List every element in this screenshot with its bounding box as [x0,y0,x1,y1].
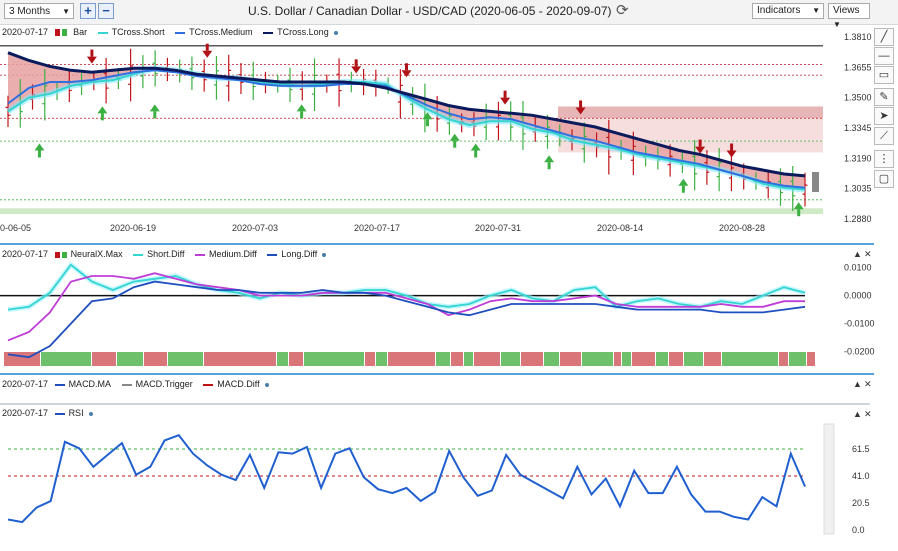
buy-arrow [544,155,555,163]
close-icon[interactable]: ✕ [864,249,872,259]
collapse-icon[interactable]: ▲ [853,249,862,259]
y-tick-label: 41.0 [852,471,870,481]
sell-arrow-stem [205,43,209,51]
neuralx-bar [622,352,631,366]
neuralx-bar [277,352,288,366]
neuralx-bar [779,352,788,366]
sell-arrow-stem [730,143,734,151]
x-tick-label: 2020-06-05 [0,223,31,233]
x-tick-label: 2020-07-31 [475,223,521,233]
rsi-line [7,434,806,524]
buy-arrow-stem [37,150,41,158]
buy-arrow-stem [474,150,478,158]
y-tick-label: 1.3345 [844,123,872,133]
short-diff-glow [7,261,806,313]
neuralx-bar [388,352,435,366]
buy-arrow-stem [300,111,304,119]
y-tick-label: -0.0100 [844,319,875,329]
neuralx-bar [117,352,143,366]
buy-arrow [34,143,45,151]
buy-arrow [793,202,804,210]
neuralx-bar [365,352,375,366]
support-zone [0,208,823,215]
neuralx-bar [521,352,543,366]
buy-arrow-stem [100,113,104,121]
neuralx-bar [451,352,463,366]
neuralx-bar [544,352,559,366]
resistance-zone [558,106,823,119]
x-tick-label: 2020-08-14 [597,223,643,233]
y-tick-label: 1.3190 [844,153,872,163]
y-tick-label: 20.5 [852,498,870,508]
neuralx-bar [464,352,473,366]
y-tick-label: 1.3655 [844,62,872,72]
sell-arrow [202,50,213,58]
y-tick-label: 0.0 [852,525,865,535]
neuralx-bar [501,352,520,366]
buy-arrow [97,106,108,114]
neuralx-bar [474,352,500,366]
neuralx-bar [789,352,806,366]
x-tick-label: 2020-07-03 [232,223,278,233]
y-tick-label: 0.0000 [844,291,872,301]
neuralx-bar [144,352,167,366]
x-tick-label: 2020-06-19 [110,223,156,233]
sell-arrow [500,97,511,105]
y-tick-label: 61.5 [852,444,870,454]
collapse-icon[interactable]: ▲ [853,379,862,389]
sell-arrow [351,66,362,74]
buy-arrow-stem [681,185,685,193]
long-diff-line [7,280,806,359]
neuralx-bar [669,352,683,366]
x-tick-label: 2020-08-28 [719,223,765,233]
neuralx-bar [560,352,581,366]
sell-arrow-stem [354,59,358,67]
neuralx-bar [376,352,387,366]
neuralx-bar [41,352,91,366]
y-tick-label: 1.2880 [844,214,872,224]
sell-arrow-stem [579,100,583,108]
buy-arrow [296,104,307,112]
buy-arrow [678,178,689,186]
buy-arrow [449,133,460,141]
neuralx-bar [614,352,621,366]
buy-arrow-stem [453,140,457,148]
neuralx-bar [722,352,778,366]
sell-arrow-stem [503,90,507,98]
neuralx-bar [304,352,364,366]
sell-arrow-stem [90,49,94,57]
buy-arrow-stem [153,111,157,119]
neuralx-bar [582,352,613,366]
neuralx-bar [704,352,721,366]
neuralx-bar [656,352,668,366]
neuralx-bar [436,352,450,366]
neuralx-bar [92,352,116,366]
close-icon[interactable]: ✕ [864,409,872,419]
neuralx-bar [807,352,815,366]
neuralx-bar [168,352,203,366]
neuralx-bar [632,352,655,366]
neuralx-bar [289,352,303,366]
sell-arrow-stem [405,63,408,71]
close-icon[interactable]: ✕ [864,379,872,389]
buy-arrow [149,104,160,112]
buy-arrow-stem [797,209,801,217]
y-tick-label: 1.3810 [844,32,872,42]
neuralx-bar [204,352,276,366]
x-tick-label: 2020-07-17 [354,223,400,233]
sell-arrow-stem [698,139,702,147]
y-tick-label: 0.0100 [844,263,872,273]
buy-arrow-stem [547,162,551,170]
y-tick-label: -0.0200 [844,347,875,357]
sell-arrow [726,150,737,158]
collapse-icon[interactable]: ▲ [853,409,862,419]
buy-arrow [470,143,481,151]
y-tick-label: 1.3035 [844,184,872,194]
buy-arrow-stem [425,119,429,127]
sell-arrow [86,56,97,64]
y-tick-label: 1.3500 [844,93,872,103]
chart-canvas[interactable]: 1.3810 1.3655 1.3500 1.3345 1.3190 1.3035 1.28… [0,0,898,551]
neuralx-bar [684,352,703,366]
sell-arrow [401,70,412,78]
